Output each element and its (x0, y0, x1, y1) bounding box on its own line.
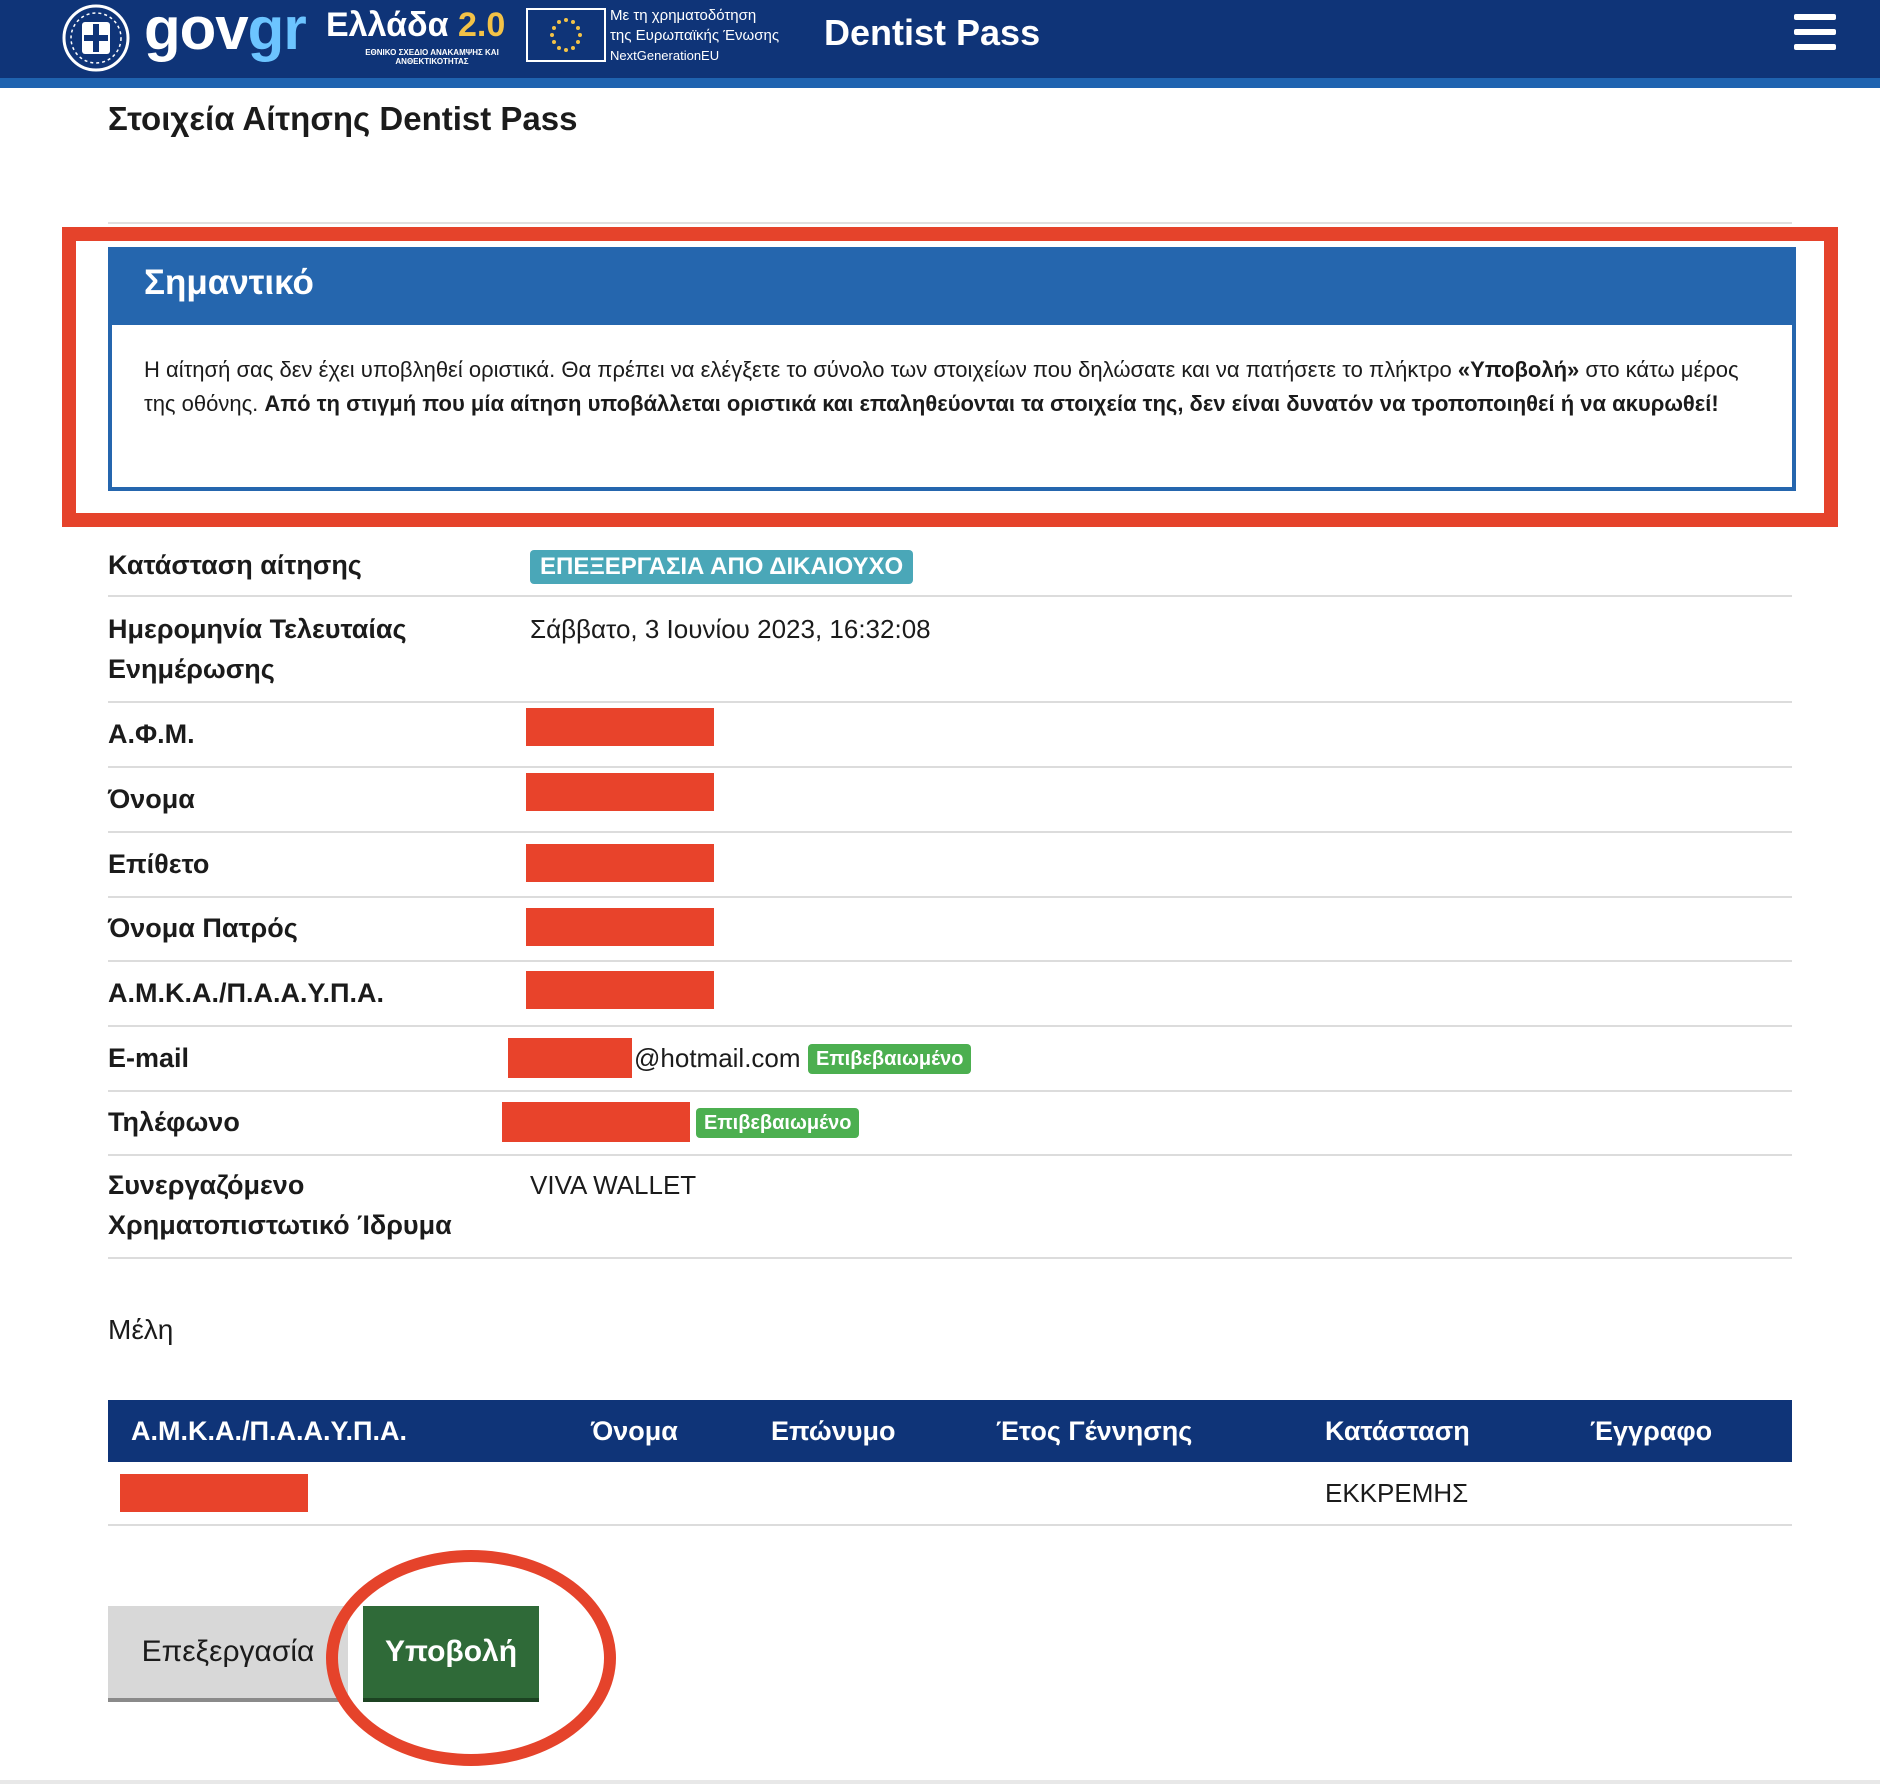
detail-row-updated: Ημερομηνία Τελευταίας Ενημέρωσης Σάββατο… (108, 609, 1792, 703)
phone-label: Τηλέφωνο (108, 1107, 240, 1137)
app-title: Dentist Pass (824, 12, 1041, 53)
status-badge: ΕΠΕΞΕΡΓΑΣΙΑ ΑΠΟ ΔΙΚΑΙΟΥΧΟ (530, 550, 914, 584)
column-amka: Α.Μ.Κ.Α./Π.Α.Α.Υ.Π.Α. (131, 1416, 408, 1446)
detail-row-name: Όνομα (108, 773, 1792, 833)
redacted-father-name (526, 908, 714, 946)
updated-label: Ημερομηνία Τελευταίας Ενημέρωσης (108, 614, 407, 684)
eu-funding-text: Με τη χρηματοδότηση της Ευρωπαϊκής Ένωση… (610, 7, 780, 63)
bottom-divider (0, 1780, 1880, 1784)
email-verified-badge: Επιβεβαιωμένο (808, 1044, 972, 1074)
column-birth-year: Έτος Γέννησης (996, 1416, 1193, 1446)
afm-label: Α.Φ.Μ. (108, 719, 195, 749)
column-name: Όνομα (591, 1416, 678, 1446)
phone-verified-badge: Επιβεβαιωμένο (696, 1108, 860, 1138)
surname-label: Επίθετο (108, 849, 210, 879)
father-name-label: Όνομα Πατρός (108, 913, 298, 943)
email-value: @hotmail.com (634, 1043, 801, 1073)
amka-label: Α.Μ.Κ.Α./Π.Α.Α.Υ.Π.Α. (108, 978, 385, 1008)
redacted-name (526, 773, 714, 811)
member-status: ΕΚΚΡΕΜΗΣ (1325, 1478, 1469, 1508)
status-label: Κατάσταση αίτησης (108, 550, 362, 580)
redacted-amka (526, 971, 714, 1009)
detail-row-surname: Επίθετο (108, 842, 1792, 898)
submit-button[interactable]: Υποβολή (363, 1606, 539, 1702)
top-header-bar: govgr Ελλάδα 2.0 ΕΘΝΙΚΟ ΣΧΕΔΙΟ ΑΝΑΚΑΜΨΗΣ… (0, 0, 1880, 78)
page-title: Στοιχεία Αίτησης Dentist Pass (108, 100, 578, 137)
divider (108, 222, 1792, 224)
edit-button[interactable]: Επεξεργασία (108, 1606, 348, 1702)
redacted-member-amka (120, 1474, 308, 1512)
redacted-phone (502, 1102, 690, 1142)
bank-value: VIVA WALLET (530, 1170, 697, 1200)
govgr-logo[interactable]: govgr (144, 0, 307, 63)
table-row: ΕΚΚΡΕΜΗΣ (108, 1462, 1792, 1526)
name-label: Όνομα (108, 784, 195, 814)
header-stripe (0, 78, 1880, 88)
detail-row-amka: Α.Μ.Κ.Α./Π.Α.Α.Υ.Π.Α. (108, 971, 1792, 1027)
column-surname: Επώνυμο (771, 1416, 896, 1446)
detail-row-father: Όνομα Πατρός (108, 906, 1792, 962)
greek-emblem-icon (62, 4, 130, 72)
redacted-afm (526, 708, 714, 746)
members-table-header: Α.Μ.Κ.Α./Π.Α.Α.Υ.Π.Α. Όνομα Επώνυμο Έτος… (108, 1400, 1792, 1462)
detail-row-bank: Συνεργαζόμενο Χρηματοπιστωτικό Ίδρυμα VI… (108, 1165, 1792, 1259)
detail-row-status: Κατάσταση αίτησης ΕΠΕΞΕΡΓΑΣΙΑ ΑΠΟ ΔΙΚΑΙΟ… (108, 545, 1792, 597)
annotation-red-frame (62, 227, 1838, 527)
detail-row-afm: Α.Φ.Μ. (108, 708, 1792, 768)
redacted-email-local-part (508, 1038, 632, 1078)
column-document: Έγγραφο (1590, 1416, 1713, 1446)
eu-flag-icon (526, 8, 606, 62)
updated-value: Σάββατο, 3 Ιουνίου 2023, 16:32:08 (530, 614, 931, 644)
members-title: Μέλη (108, 1314, 174, 1345)
hamburger-menu-icon[interactable] (1794, 14, 1836, 50)
column-status: Κατάσταση (1325, 1416, 1470, 1446)
email-label: E-mail (108, 1043, 190, 1073)
bank-label: Συνεργαζόμενο Χρηματοπιστωτικό Ίδρυμα (108, 1170, 452, 1240)
detail-row-email: E-mail @hotmail.com Επιβεβαιωμένο (108, 1036, 1792, 1092)
ellada-2-0-logo: Ελλάδα 2.0 ΕΘΝΙΚΟ ΣΧΕΔΙΟ ΑΝΑΚΑΜΨΗΣ ΚΑΙ Α… (326, 6, 506, 66)
redacted-surname (526, 844, 714, 882)
detail-row-phone: Τηλέφωνο Επιβεβαιωμένο (108, 1100, 1792, 1156)
